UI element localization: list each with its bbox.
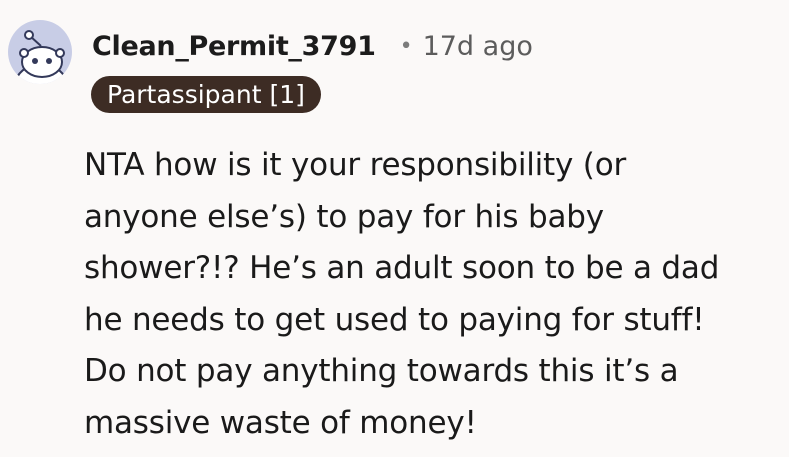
meta-separator: • <box>399 33 413 59</box>
username-link[interactable]: Clean_Permit_3791 <box>92 31 376 62</box>
comment-meta: Clean_Permit_3791 • 17d ago <box>92 28 533 64</box>
comment: Clean_Permit_3791 • 17d ago Partassipant… <box>0 0 789 457</box>
reddit-snoo-avatar-icon <box>14 30 68 84</box>
comment-body: NTA how is it your responsibility (or an… <box>84 147 720 441</box>
user-flair-badge: Partassipant [1] <box>91 76 321 113</box>
avatar[interactable] <box>8 20 72 84</box>
timestamp[interactable]: 17d ago <box>423 31 533 62</box>
